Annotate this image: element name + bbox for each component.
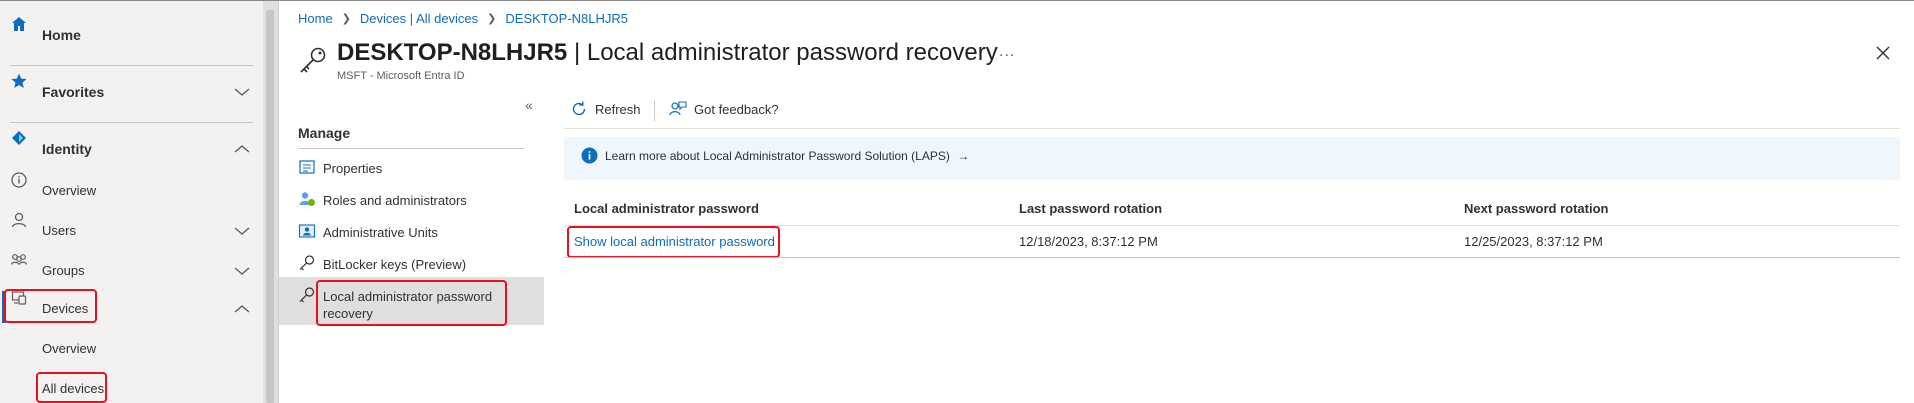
nav-divider bbox=[278, 1, 279, 403]
home-icon bbox=[10, 15, 28, 33]
highlight-laps-menu bbox=[316, 280, 507, 326]
column-header-password: Local administrator password bbox=[574, 201, 759, 216]
breadcrumb-device[interactable]: DESKTOP-N8LHJR5 bbox=[505, 11, 628, 26]
toolbar-separator bbox=[654, 101, 655, 121]
key-icon bbox=[298, 254, 316, 272]
highlight-devices bbox=[4, 289, 97, 323]
page-title-device: DESKTOP-N8LHJR5 bbox=[337, 39, 568, 66]
nav-scrollbar-thumb[interactable] bbox=[266, 10, 274, 403]
refresh-icon bbox=[570, 100, 588, 118]
nav-label-overview: Overview bbox=[42, 183, 97, 198]
column-header-next-rotation: Next password rotation bbox=[1464, 201, 1609, 216]
refresh-label: Refresh bbox=[595, 101, 641, 117]
more-options-button[interactable]: ... bbox=[999, 43, 1015, 61]
menu-label-admin-units: Administrative Units bbox=[323, 225, 438, 240]
nav-label-identity: Identity bbox=[42, 141, 92, 157]
menu-label-properties: Properties bbox=[323, 161, 383, 176]
nav-label-groups: Groups bbox=[42, 263, 85, 278]
menu-label-bitlocker: BitLocker keys (Preview) bbox=[323, 257, 467, 272]
feedback-button[interactable]: Got feedback? bbox=[669, 100, 779, 118]
last-rotation-value: 12/18/2023, 8:37:12 PM bbox=[1019, 234, 1158, 249]
left-navigation bbox=[0, 1, 263, 403]
page-title: DESKTOP-N8LHJR5 | Local administrator pa… bbox=[337, 39, 998, 67]
chevron-down-icon[interactable] bbox=[232, 85, 252, 99]
nav-label-home: Home bbox=[42, 27, 81, 43]
star-icon bbox=[10, 72, 28, 90]
breadcrumb-home[interactable]: Home bbox=[298, 11, 333, 26]
section-divider bbox=[298, 148, 524, 149]
breadcrumb-all-devices[interactable]: Devices | All devices bbox=[360, 11, 478, 26]
section-manage: Manage bbox=[298, 125, 351, 141]
toolbar-divider bbox=[564, 128, 1900, 129]
next-rotation-value: 12/25/2023, 8:37:12 PM bbox=[1464, 234, 1603, 249]
chevron-down-icon[interactable] bbox=[232, 264, 252, 278]
laps-learn-more-text: Learn more about Local Administrator Pas… bbox=[605, 149, 950, 163]
laps-learn-more-link[interactable]: Learn more about Local Administrator Pas… bbox=[605, 149, 969, 163]
page-subtitle: MSFT - Microsoft Entra ID bbox=[337, 70, 465, 82]
properties-icon bbox=[298, 158, 316, 176]
nav-label-users: Users bbox=[42, 223, 76, 238]
info-icon bbox=[10, 171, 28, 189]
column-header-last-rotation: Last password rotation bbox=[1019, 201, 1163, 216]
page-title-text: | Local administrator password recovery bbox=[573, 39, 998, 66]
close-icon[interactable] bbox=[1874, 44, 1892, 62]
feedback-icon bbox=[669, 100, 687, 118]
top-border bbox=[0, 0, 1914, 1]
nav-separator bbox=[10, 122, 253, 123]
roles-icon bbox=[298, 190, 316, 208]
table-row-divider bbox=[564, 257, 1900, 258]
breadcrumb: Home ❯ Devices | All devices ❯ DESKTOP-N… bbox=[298, 11, 628, 26]
refresh-button[interactable]: Refresh bbox=[570, 100, 641, 118]
admin-units-icon bbox=[298, 222, 316, 240]
user-icon bbox=[10, 211, 28, 229]
arrow-right-icon: → bbox=[957, 149, 970, 163]
key-icon bbox=[296, 46, 330, 76]
nav-separator bbox=[10, 65, 253, 66]
nav-label-devices-overview: Overview bbox=[42, 341, 97, 356]
nav-label-favorites: Favorites bbox=[42, 84, 105, 100]
chevron-down-icon[interactable] bbox=[232, 224, 252, 238]
feedback-label: Got feedback? bbox=[694, 101, 779, 117]
identity-icon bbox=[10, 129, 28, 147]
info-icon bbox=[581, 147, 598, 164]
highlight-show-password bbox=[567, 226, 780, 258]
highlight-all-devices bbox=[36, 372, 107, 403]
chevron-up-icon[interactable] bbox=[232, 302, 252, 316]
chevron-up-icon[interactable] bbox=[232, 142, 252, 156]
collapse-menu-button[interactable]: « bbox=[525, 97, 533, 113]
groups-icon bbox=[10, 251, 28, 269]
chevron-right-icon: ❯ bbox=[341, 13, 351, 25]
key-icon bbox=[298, 286, 316, 304]
chevron-right-icon: ❯ bbox=[487, 13, 497, 25]
menu-label-roles: Roles and administrators bbox=[323, 193, 467, 208]
